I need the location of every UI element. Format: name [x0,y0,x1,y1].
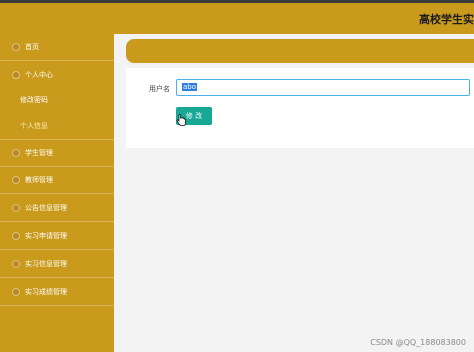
sidebar-item-label: 实习信息管理 [25,260,67,268]
content-header-bar [126,39,474,63]
student-icon [12,149,20,157]
sidebar-item-personal-center[interactable]: 个人中心 [0,61,114,88]
sidebar-item-teacher-management[interactable]: 教师管理 [0,167,114,194]
home-icon [12,43,20,51]
sidebar-item-label: 实习申请管理 [25,232,67,240]
announcement-icon [12,204,20,212]
user-icon [12,70,20,79]
submenu-item-change-password[interactable]: 修改密码 [0,88,114,112]
sidebar-item-internship-grades[interactable]: 实习成绩管理 [0,279,114,306]
application-icon [12,232,20,240]
username-label: 用户名 [149,85,170,93]
submenu-item-label: 修改密码 [20,96,48,104]
watermark: CSDN @QQ_188083800 [370,338,466,347]
teacher-icon [12,176,20,184]
sidebar-nav: 首页 个人中心 修改密码 个人信息 学生管理 教师管理 公告信息管理 实习申请管… [0,34,114,352]
username-input[interactable]: abo [176,79,470,96]
sidebar-item-student-management[interactable]: 学生管理 [0,140,114,167]
sidebar-item-label: 教师管理 [25,176,53,184]
sidebar-item-internship-info[interactable]: 实习信息管理 [0,251,114,278]
submenu-item-profile[interactable]: 个人信息 [0,114,114,138]
sidebar-item-home[interactable]: 首页 [0,34,114,61]
sidebar-item-announcement-management[interactable]: 公告信息管理 [0,195,114,222]
top-header-bar: 高校学生实 [0,0,474,34]
info-icon [12,260,20,268]
app-title: 高校学生实 [419,13,474,26]
hand-cursor-icon [176,114,186,126]
grades-icon [12,288,20,296]
submenu-item-label: 个人信息 [20,122,48,130]
sidebar-item-label: 公告信息管理 [25,204,67,212]
sidebar-item-label: 首页 [25,43,39,51]
personal-center-submenu: 修改密码 个人信息 [0,88,114,140]
sidebar-item-label: 实习成绩管理 [25,288,67,296]
username-value: abo [182,83,198,91]
sidebar-item-label: 学生管理 [25,149,53,157]
sidebar-item-label: 个人中心 [25,70,53,79]
sidebar-item-internship-application[interactable]: 实习申请管理 [0,223,114,250]
